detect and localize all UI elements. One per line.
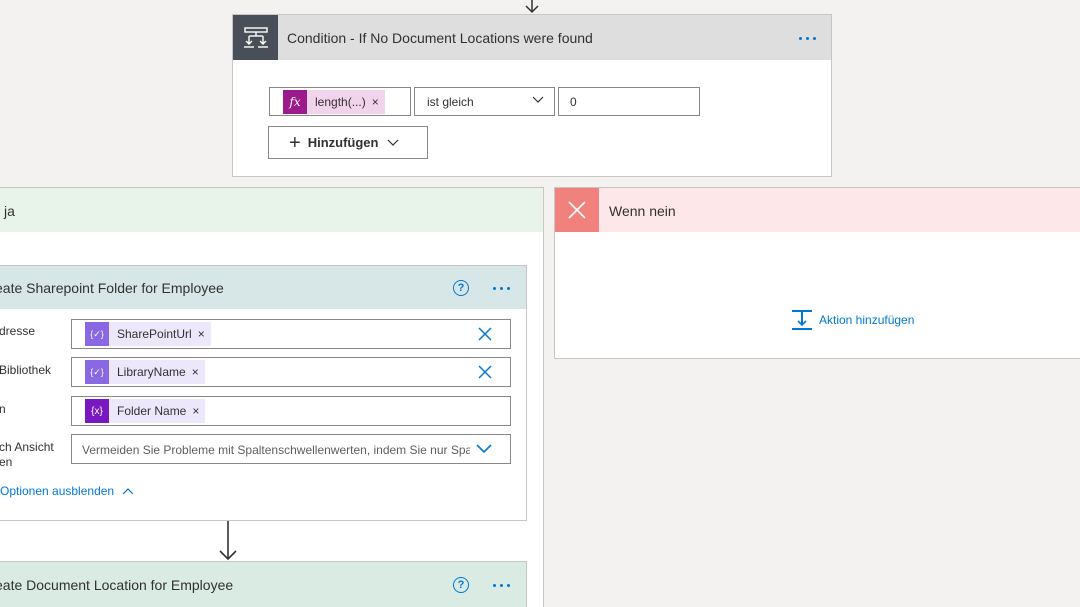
field-label-library: Bibliothek — [0, 363, 52, 377]
condition-value: 0 — [570, 95, 577, 109]
create-folder-title: eate Sharepoint Folder for Employee — [0, 280, 224, 296]
library-name-token-label: LibraryName — [117, 365, 186, 379]
condition-more-menu[interactable] — [799, 37, 816, 40]
yes-branch-title: ja — [4, 203, 15, 219]
sharepoint-url-token-label: SharePointUrl — [117, 327, 192, 341]
condition-value-field[interactable]: 0 — [558, 87, 700, 116]
create-location-title: eate Document Location for Employee — [0, 577, 234, 593]
condition-expression-field[interactable]: fx length(...) × — [269, 87, 411, 116]
chevron-down-icon — [476, 444, 492, 454]
library-name-token[interactable]: {✓} LibraryName × — [85, 360, 205, 384]
flow-arrow-connector — [219, 521, 237, 561]
plus-icon: + — [289, 131, 301, 154]
operator-value: ist gleich — [427, 95, 474, 109]
create-folder-more-menu[interactable] — [493, 287, 510, 290]
help-icon[interactable]: ? — [453, 280, 469, 296]
remove-token-icon[interactable]: × — [198, 327, 211, 341]
no-branch-header[interactable]: Wenn nein — [555, 188, 1080, 232]
folder-name-token[interactable]: {x} Folder Name × — [85, 399, 206, 423]
variable-icon: {✓} — [85, 360, 109, 384]
field-label-view-line2: en — [0, 455, 13, 469]
chevron-down-icon — [388, 139, 399, 146]
field-label-view-line1: ch Ansicht — [0, 440, 54, 454]
variable-icon: {✓} — [85, 322, 109, 346]
create-folder-header[interactable]: eate Sharepoint Folder for Employee ? — [0, 266, 526, 309]
condition-card: Condition - If No Document Locations wer… — [232, 14, 832, 177]
add-action-label: Aktion hinzufügen — [819, 313, 915, 327]
field-label-site-address: dresse — [0, 324, 36, 338]
add-condition-button[interactable]: + Hinzufügen — [268, 126, 428, 159]
create-folder-action-card: eate Sharepoint Folder for Employee ? dr… — [0, 265, 527, 521]
condition-operator-select[interactable]: ist gleich — [414, 87, 555, 116]
clear-field-icon[interactable] — [478, 327, 492, 341]
yes-branch-header[interactable]: ja — [0, 188, 543, 232]
expression-token-label: length(...) — [315, 95, 366, 109]
chevron-up-icon — [122, 488, 134, 495]
condition-icon — [233, 15, 278, 60]
add-action-link[interactable]: Aktion hinzufügen — [791, 309, 914, 331]
folder-name-token-label: Folder Name — [117, 404, 187, 418]
folder-path-field[interactable]: {x} Folder Name × — [71, 396, 511, 426]
variable-icon: {x} — [85, 399, 109, 423]
library-field[interactable]: {✓} LibraryName × — [71, 357, 511, 387]
site-address-field[interactable]: {✓} SharePointUrl × — [71, 319, 511, 349]
condition-title: Condition - If No Document Locations wer… — [287, 30, 593, 46]
create-location-header[interactable]: eate Document Location for Employee ? — [0, 562, 526, 607]
view-select-value: Vermeiden Sie Probleme mit Spaltenschwel… — [82, 443, 470, 457]
remove-token-icon[interactable]: × — [192, 404, 205, 418]
clear-field-icon[interactable] — [478, 365, 492, 379]
fx-icon: fx — [283, 90, 307, 114]
flow-arrow-top — [525, 0, 539, 14]
no-branch: Wenn nein Aktion hinzufügen — [554, 187, 1080, 359]
hide-options-label: Optionen ausblenden — [0, 484, 115, 498]
expression-token[interactable]: fx length(...) × — [283, 90, 385, 114]
view-select[interactable]: Vermeiden Sie Probleme mit Spaltenschwel… — [71, 434, 511, 464]
no-branch-title: Wenn nein — [609, 203, 676, 219]
hide-options-link[interactable]: Optionen ausblenden — [0, 484, 134, 498]
help-icon[interactable]: ? — [453, 577, 469, 593]
chevron-down-icon — [532, 96, 544, 103]
sharepoint-url-token[interactable]: {✓} SharePointUrl × — [85, 322, 211, 346]
condition-header[interactable]: Condition - If No Document Locations wer… — [233, 15, 831, 60]
field-label-folder-path: n — [0, 402, 6, 416]
remove-token-icon[interactable]: × — [192, 365, 205, 379]
add-condition-label: Hinzufügen — [307, 135, 379, 150]
create-location-action-card: eate Document Location for Employee ? — [0, 561, 527, 607]
add-action-icon — [792, 310, 812, 330]
create-location-more-menu[interactable] — [493, 584, 510, 587]
close-icon — [555, 188, 599, 232]
remove-token-icon[interactable]: × — [372, 95, 385, 109]
